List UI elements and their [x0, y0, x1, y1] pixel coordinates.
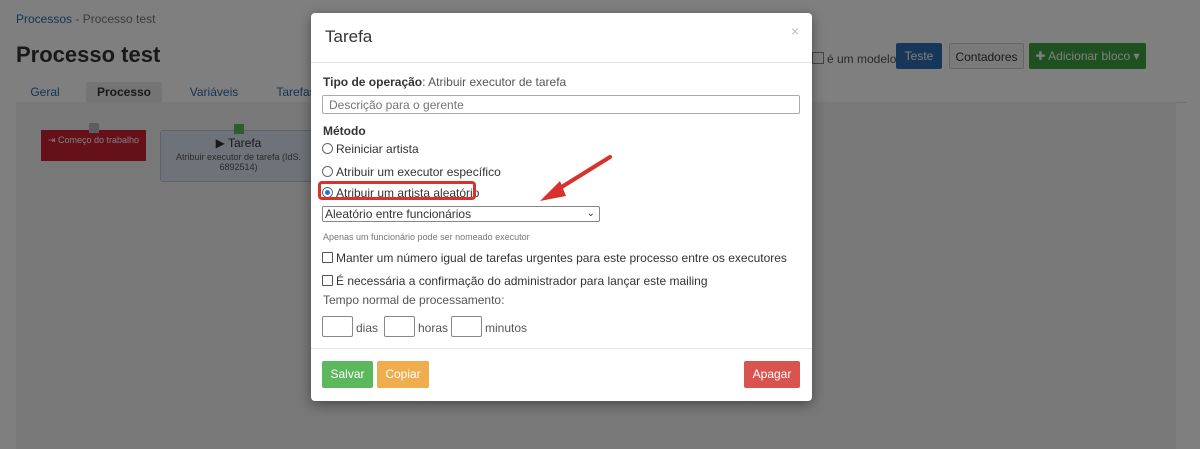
modal-title: Tarefa: [325, 27, 373, 46]
minutes-input[interactable]: [451, 316, 482, 337]
chevron-down-icon: ⌄: [586, 208, 595, 219]
close-icon[interactable]: ×: [791, 23, 799, 39]
random-mode-select-value: Aleatório entre funcionários: [325, 207, 472, 221]
radio-reiniciar[interactable]: Reiniciar artista: [322, 142, 419, 156]
random-mode-select[interactable]: Aleatório entre funcionários ⌄: [322, 206, 600, 222]
delete-button[interactable]: Apagar: [744, 361, 800, 388]
manager-description-input[interactable]: [322, 95, 800, 114]
radio-reiniciar-input[interactable]: [322, 143, 333, 154]
copy-button[interactable]: Copiar: [377, 361, 429, 388]
modal-footer-divider: [311, 348, 812, 349]
days-label: dias: [356, 321, 379, 335]
checkbox-admin-confirm-input[interactable]: [322, 275, 333, 286]
save-button[interactable]: Salvar: [322, 361, 373, 388]
checkbox-urgent-equal[interactable]: Manter um número igual de tarefas urgent…: [322, 251, 787, 265]
checkbox-urgent-equal-label: Manter um número igual de tarefas urgent…: [336, 251, 787, 265]
operation-type: Tipo de operação: Atribuir executor de t…: [323, 75, 566, 89]
method-label: Método: [323, 124, 366, 138]
radio-executor-especifico-input[interactable]: [322, 166, 333, 177]
modal-header: Tarefa ×: [311, 13, 812, 63]
radio-executor-especifico-label: Atribuir um executor específico: [336, 165, 501, 179]
operation-type-value: : Atribuir executor de tarefa: [422, 75, 567, 89]
processing-time-label: Tempo normal de processamento:: [323, 293, 505, 307]
hours-input[interactable]: [384, 316, 415, 337]
radio-executor-especifico[interactable]: Atribuir um executor específico: [322, 165, 501, 179]
checkbox-urgent-equal-input[interactable]: [322, 252, 333, 263]
task-modal: Tarefa × Tipo de operação: Atribuir exec…: [311, 13, 812, 401]
checkbox-admin-confirm[interactable]: É necessária a confirmação do administra…: [322, 274, 708, 288]
checkbox-admin-confirm-label: É necessária a confirmação do administra…: [336, 274, 708, 288]
days-input[interactable]: [322, 316, 353, 337]
executor-hint: Apenas um funcionário pode ser nomeado e…: [323, 232, 530, 242]
operation-type-label: Tipo de operação: [323, 75, 423, 89]
radio-reiniciar-label: Reiniciar artista: [336, 142, 419, 156]
hours-label: horas: [418, 321, 449, 335]
annotation-highlight-box: [318, 181, 476, 200]
minutes-label: minutos: [485, 321, 528, 335]
